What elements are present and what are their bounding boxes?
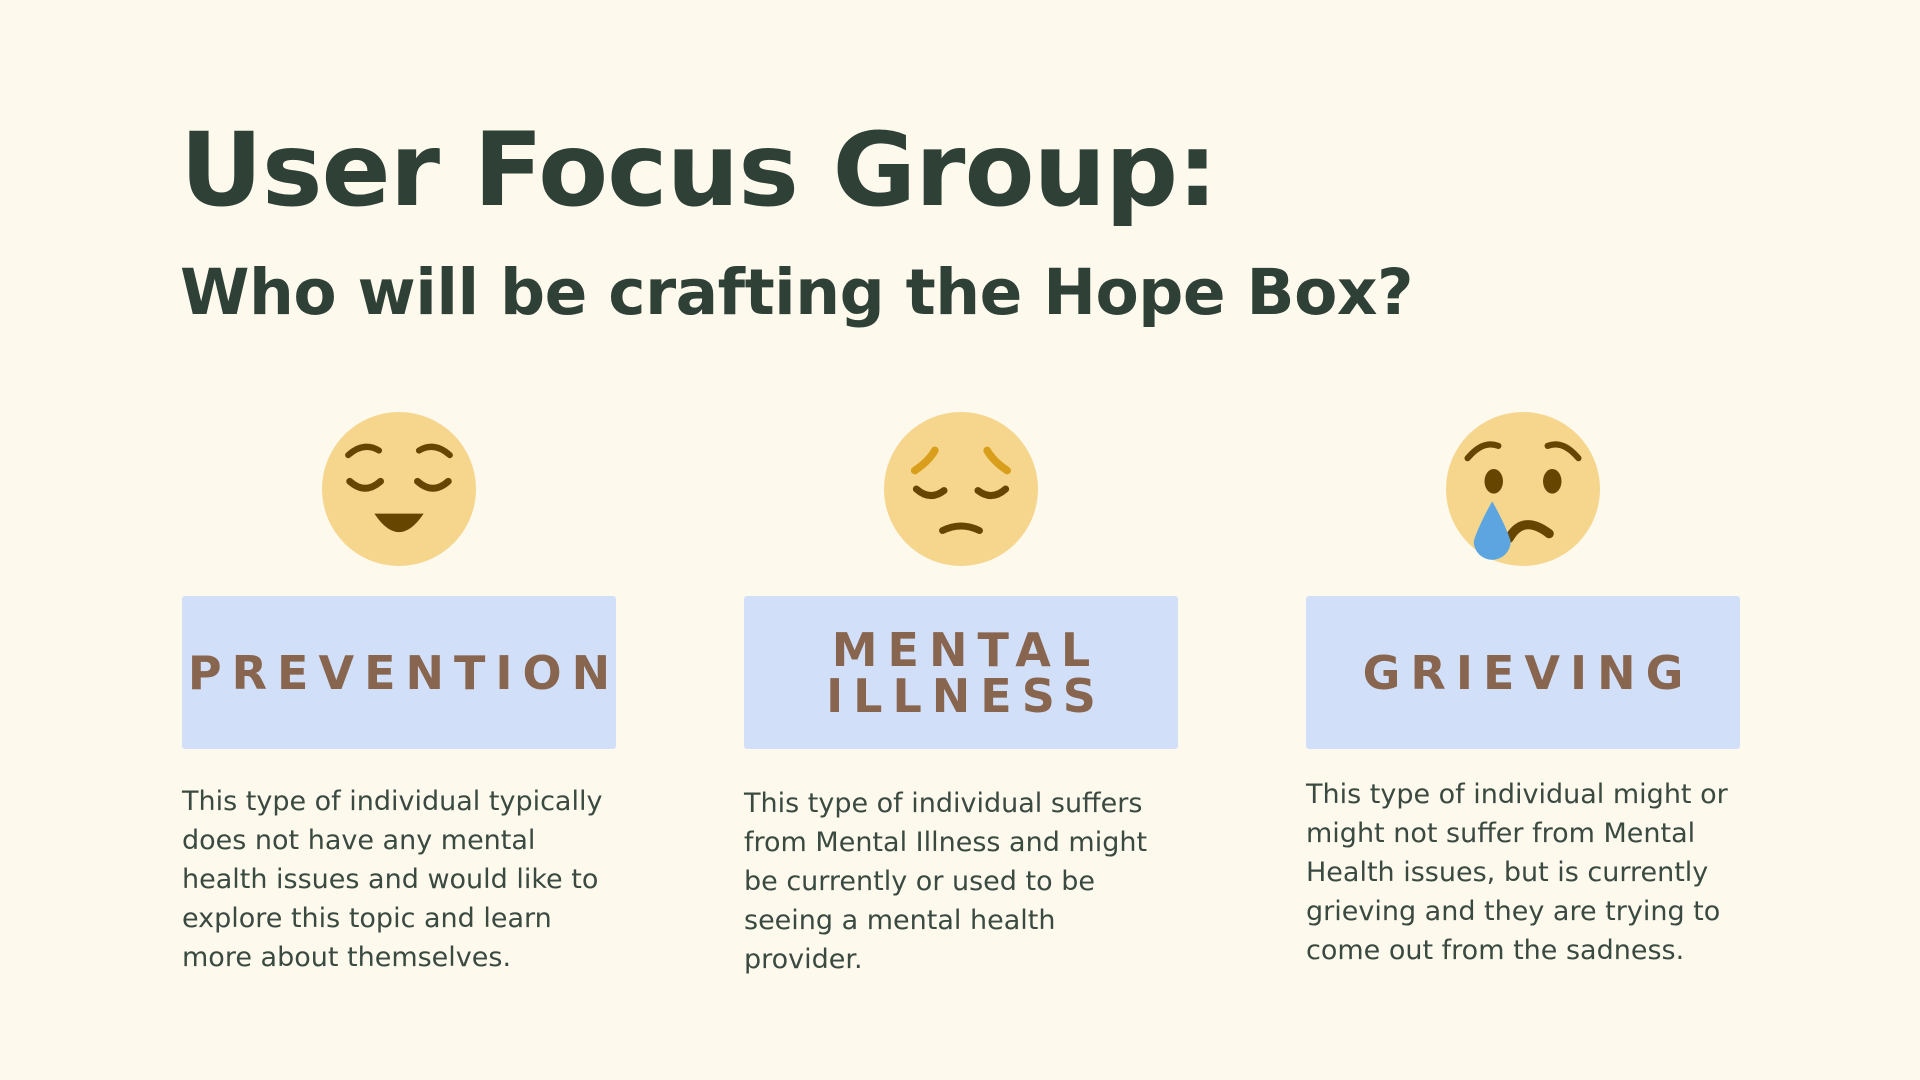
group-label: GRIEVING — [1362, 645, 1694, 700]
group-label: PREVENTION — [187, 645, 621, 700]
group-description: This type of individual typically does n… — [182, 786, 603, 973]
pensive-face-icon — [884, 412, 1038, 566]
page-title: User Focus Group: — [180, 111, 1218, 230]
group-card-mental-illness: MENTAL ILLNESS This type of individual s… — [744, 412, 1178, 979]
group-card-prevention: PREVENTION This type of individual typic… — [182, 412, 616, 977]
group-label-box: PREVENTION — [182, 596, 616, 749]
group-card-grieving: GRIEVING This type of individual might o… — [1306, 412, 1740, 970]
page-subtitle: Who will be crafting the Hope Box? — [180, 256, 1414, 329]
relieved-face-icon — [322, 412, 476, 566]
group-label-box: MENTAL ILLNESS — [744, 596, 1178, 749]
group-description: This type of individual suffers from Men… — [744, 788, 1148, 975]
group-description: This type of individual might or might n… — [1306, 779, 1728, 966]
crying-face-icon — [1446, 412, 1600, 566]
group-label-box: GRIEVING — [1306, 596, 1740, 749]
group-label: MENTAL ILLNESS — [826, 622, 1106, 723]
